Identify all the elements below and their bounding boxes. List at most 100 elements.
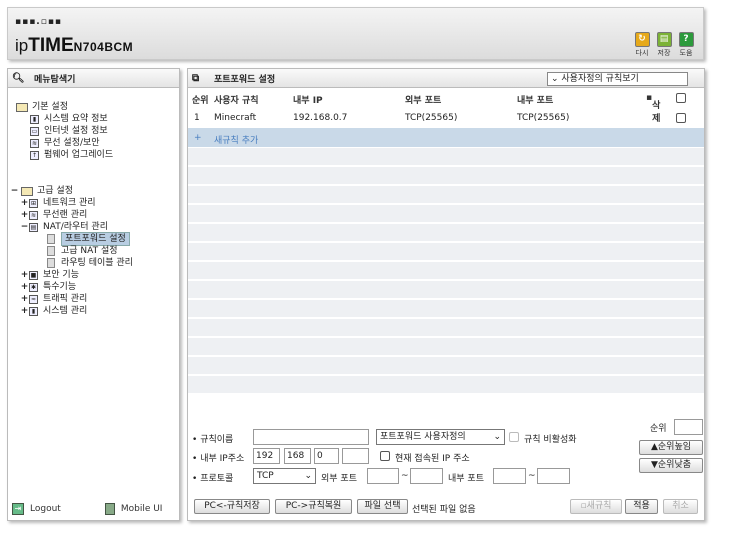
menu-item-special[interactable]: + ✱ 특수기능 (10, 281, 133, 293)
monitor-icon: ▭ (30, 126, 39, 136)
cancel-button[interactable]: 취소 (663, 499, 698, 514)
col-delete: ▪ 삭제 (646, 93, 661, 124)
ip-octet-4[interactable] (342, 448, 369, 464)
int-port-start[interactable] (493, 468, 526, 484)
rank-label: 순위 (650, 424, 667, 434)
file-select-button[interactable]: 파일 선택 (357, 499, 408, 514)
menu-item-firmware[interactable]: ↑ 펌웨어 업그레이드 (14, 149, 113, 161)
menu-label: 라우팅 테이블 관리 (61, 258, 133, 268)
model-name: N704BCM (73, 40, 134, 54)
ip-octet-1[interactable]: 192 (253, 448, 280, 464)
refresh-label: 다시 (635, 49, 649, 57)
menu-item-network[interactable]: + ⊞ 네트워크 관리 (10, 197, 133, 209)
new-rule-button[interactable]: ▫새규칙 (570, 499, 622, 514)
panel-title-label: 포트포워드 설정 (214, 74, 276, 85)
save-button[interactable]: ▤ 저장 (655, 32, 673, 58)
menu-explorer: 🔍︎ 메뉴탐색기 기본 설정 ▮ 시스템 요약 정보 ▭ 인터넷 설정 정보 ≋ 무선 … (7, 68, 180, 521)
table-row[interactable]: 1 Minecraft 192.168.0.7 TCP(25565) TCP(2… (188, 108, 704, 128)
lock-icon: ■ (29, 270, 38, 280)
chevron-down-icon: ⌄ (304, 471, 312, 481)
view-select-value: 사용자정의 규칙보기 (561, 74, 639, 84)
ip-label: • 내부 IP주소 (192, 451, 244, 464)
menu-item-routing-table[interactable]: 라우팅 테이블 관리 (10, 257, 133, 269)
ip-octet-3[interactable]: 0 (314, 448, 339, 464)
help-label: 도움 (679, 49, 693, 57)
menu-label: 인터넷 설정 정보 (44, 126, 108, 136)
select-all-checkbox[interactable] (676, 93, 686, 103)
range-tilde: ~ (401, 471, 409, 481)
add-icon: + (194, 133, 202, 143)
save-to-pc-button[interactable]: PC<-규칙저장 (194, 499, 270, 514)
firmware-icon: ↑ (30, 150, 39, 160)
menu-item-wlan[interactable]: + ≋ 무선랜 관리 (10, 209, 133, 221)
col-internal-port: 내부 포트 (517, 96, 554, 106)
rank-input[interactable] (674, 419, 703, 435)
expand-toggle[interactable]: + (20, 197, 29, 209)
logout-link[interactable]: Logout (30, 504, 61, 514)
panel-title: ⧉ 포트포워드 설정 ⌄ 사용자정의 규칙보기 (188, 69, 704, 88)
expand-toggle[interactable]: + (20, 281, 29, 293)
mobile-ui-link[interactable]: Mobile UI (121, 504, 163, 514)
expand-toggle[interactable]: + (20, 209, 29, 221)
current-ip-checkbox[interactable] (380, 451, 390, 461)
empty-row (188, 319, 704, 338)
traffic-icon: ≈ (29, 294, 38, 304)
ext-port-end[interactable] (410, 468, 443, 484)
header-bar: ▪▪▪.▫▪▪ ipTIMEN704BCM ↻ 다시 ▤ 저장 ? 도움 (7, 7, 704, 60)
rule-name-input[interactable] (253, 429, 369, 445)
help-button[interactable]: ? 도움 (677, 32, 695, 58)
add-rule-row[interactable]: + 새규칙 추가 (188, 128, 704, 148)
wifi-icon: ≋ (29, 210, 38, 220)
chart-icon: ▮ (30, 114, 39, 124)
add-rule-label: 새규칙 추가 (214, 136, 259, 146)
disable-rule-label: 규칙 비활성화 (524, 435, 577, 445)
menu-label: 보안 기능 (43, 270, 79, 280)
menu-item-wireless[interactable]: ≋ 무선 설정/보안 (14, 137, 113, 149)
folder-icon (21, 186, 33, 196)
menu-item-port-forward[interactable]: 포트포워드 설정 (10, 232, 133, 246)
delete-checkbox[interactable] (676, 113, 686, 123)
menu-item-system[interactable]: + ▮ 시스템 관리 (10, 305, 133, 317)
ext-port-start[interactable] (367, 468, 399, 484)
expand-toggle[interactable]: + (20, 269, 29, 281)
apply-button[interactable]: 적용 (625, 499, 658, 514)
menu-item-internet-settings[interactable]: ▭ 인터넷 설정 정보 (14, 125, 113, 137)
rule-table: 1 Minecraft 192.168.0.7 TCP(25565) TCP(2… (188, 108, 704, 395)
empty-row (188, 281, 704, 300)
refresh-button[interactable]: ↻ 다시 (633, 32, 651, 58)
network-icon: ⊞ (29, 198, 38, 208)
int-port-label: 내부 포트 (448, 474, 484, 484)
menu-item-security[interactable]: + ■ 보안 기능 (10, 269, 133, 281)
rank-up-button[interactable]: ▲순위높임 (639, 440, 703, 455)
advanced-settings-node[interactable]: − 고급 설정 (10, 185, 133, 197)
range-tilde: ~ (528, 471, 536, 481)
expand-toggle[interactable]: + (20, 293, 29, 305)
menu-label: 무선랜 관리 (43, 210, 88, 220)
window-icon: ⧉ (192, 72, 200, 84)
rule-type-select[interactable]: 포트포워드 사용자정의 ⌄ (376, 429, 505, 445)
empty-row (188, 205, 704, 224)
expand-toggle[interactable]: + (20, 305, 29, 317)
col-internal-ip: 내부 IP (293, 96, 323, 106)
protocol-select[interactable]: TCP ⌄ (253, 468, 316, 484)
menu-item-traffic[interactable]: + ≈ 트래픽 관리 (10, 293, 133, 305)
chart-icon: ▮ (29, 306, 38, 316)
current-ip-label: 현재 접속된 IP 주소 (395, 454, 470, 464)
disable-rule-checkbox[interactable] (509, 432, 519, 442)
empty-row (188, 167, 704, 186)
logo-ip: ip (15, 36, 29, 55)
collapse-toggle[interactable]: − (20, 221, 29, 233)
bullet: • (192, 474, 198, 484)
int-port-end[interactable] (537, 468, 570, 484)
basic-settings-node[interactable]: 기본 설정 (14, 101, 113, 113)
rank-down-button[interactable]: ▼순위낮춤 (639, 458, 703, 473)
table-header: 순위 사용자 규칙 내부 IP 외부 포트 내부 포트 ▪ 삭제 (188, 88, 704, 124)
menu-item-system-summary[interactable]: ▮ 시스템 요약 정보 (14, 113, 113, 125)
view-select[interactable]: ⌄ 사용자정의 규칙보기 (547, 72, 688, 86)
menu-item-advanced-nat[interactable]: 고급 NAT 설정 (10, 245, 133, 257)
restore-from-pc-button[interactable]: PC->규칙복원 (275, 499, 352, 514)
empty-row (188, 357, 704, 376)
col-external-port: 외부 포트 (405, 96, 442, 106)
ip-octet-2[interactable]: 168 (284, 448, 311, 464)
collapse-toggle[interactable]: − (10, 185, 19, 197)
